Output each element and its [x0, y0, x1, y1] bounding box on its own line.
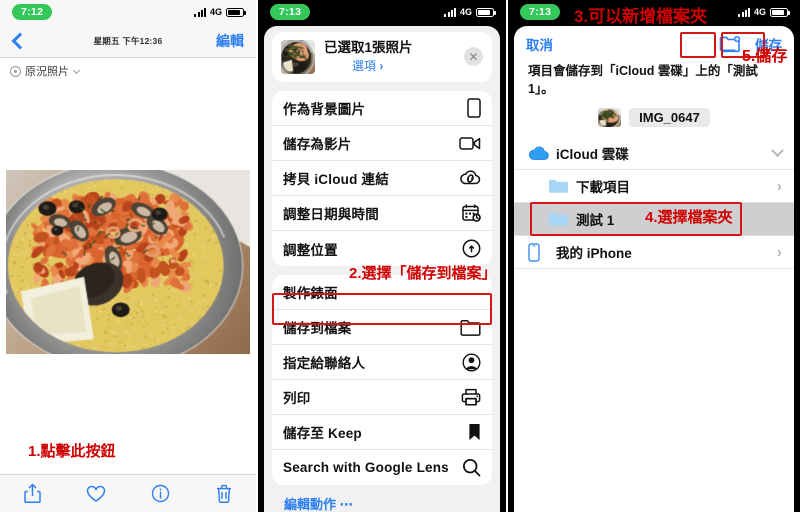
signal-bars-icon: [194, 8, 206, 17]
bookmark-icon: [468, 423, 481, 441]
new-folder-icon[interactable]: [719, 35, 741, 53]
share-action-label: 列印: [283, 387, 310, 407]
share-action-label: 儲存為影片: [283, 133, 352, 153]
chevron-right-icon: ›: [777, 244, 782, 261]
edit-button[interactable]: 編輯: [216, 31, 244, 51]
share-actions-group-1: 作為背景圖片 儲存為影片拷貝 iCloud 連結 調整日期與時間 調整位置: [272, 91, 492, 266]
locations-list: iCloud 雲碟下載項目 › 測試 1 我的 iPhone ›: [514, 137, 794, 269]
chevron-down-icon[interactable]: [771, 144, 784, 157]
selected-photo-thumbnail[interactable]: [281, 40, 315, 74]
share-action-row[interactable]: 儲存到檔案: [272, 310, 492, 345]
location-row[interactable]: 下載項目 ›: [514, 170, 794, 203]
share-sheet-panel: 7:13 4G 已選取1張照片 選項 › ✕ 作為背景圖片 儲存為影片 拷貝 i…: [258, 0, 506, 512]
chevron-right-icon: ›: [379, 59, 383, 73]
annotation-4: 4.選擇檔案夾: [645, 206, 733, 227]
share-action-label: 拷貝 iCloud 連結: [283, 168, 389, 188]
share-icon[interactable]: [15, 481, 49, 507]
screenshot-root: 7:12 4G 星期五 下午12:36 編輯 原況照片 1.點擊此按鈕 7:13…: [0, 0, 800, 512]
annotation-1: 1.點擊此按鈕: [28, 440, 116, 461]
share-action-row[interactable]: 調整位置: [272, 231, 492, 266]
signal-bars-icon: [444, 8, 456, 17]
status-time: 7:13: [520, 4, 560, 20]
trash-icon[interactable]: [207, 481, 241, 507]
live-photo-label: 原況照片: [25, 63, 69, 79]
file-name-label: IMG_0647: [629, 108, 710, 127]
share-action-row[interactable]: 拷貝 iCloud 連結: [272, 161, 492, 196]
calendar-clock-icon: [462, 204, 481, 222]
annotation-2: 2.選擇「儲存到檔案」: [349, 262, 497, 283]
network-label: 4G: [460, 7, 472, 17]
live-photo-badge[interactable]: 原況照片: [0, 58, 256, 84]
phone-icon: [467, 98, 481, 118]
share-action-row[interactable]: 儲存至 Keep: [272, 415, 492, 450]
status-bar-left: 7:12 4G: [0, 0, 256, 24]
battery-icon: [476, 8, 494, 17]
share-sheet-header: 已選取1張照片 選項 › ✕: [272, 32, 492, 82]
files-save-panel: 7:13 4G 取消 儲存 項目會儲存到「iCloud 雲碟」上的「測試1」。 …: [508, 0, 800, 512]
battery-icon: [226, 8, 244, 17]
share-action-label: Search with Google Lens: [283, 460, 449, 475]
chevron-down-icon: [73, 66, 80, 73]
photos-nav-bar: 星期五 下午12:36 編輯: [0, 24, 256, 58]
status-bar-mid: 7:13 4G: [258, 0, 506, 24]
file-chip: IMG_0647: [514, 108, 794, 127]
back-chevron-icon[interactable]: [12, 32, 29, 49]
cloud-link-icon: [460, 170, 481, 186]
printer-icon: [461, 388, 481, 406]
share-action-row[interactable]: 作為背景圖片: [272, 91, 492, 126]
location-label: 測試 1: [576, 209, 614, 229]
heart-icon[interactable]: [79, 481, 113, 507]
signal-bars-icon: [738, 8, 750, 17]
location-label: 我的 iPhone: [556, 242, 632, 262]
share-action-label: 製作錶面: [283, 282, 338, 302]
share-action-label: 調整位置: [283, 239, 338, 259]
video-camera-icon: [459, 136, 481, 151]
network-label: 4G: [754, 7, 766, 17]
live-photo-icon: [10, 66, 21, 77]
cancel-button[interactable]: 取消: [526, 34, 553, 54]
share-action-label: 指定給聯絡人: [283, 352, 365, 372]
options-label: 選項: [352, 59, 376, 73]
search-icon: [462, 458, 481, 477]
share-action-label: 儲存到檔案: [283, 317, 352, 337]
options-link[interactable]: 選項 ›: [352, 57, 413, 74]
share-action-label: 儲存至 Keep: [283, 422, 362, 442]
share-action-row[interactable]: 儲存為影片: [272, 126, 492, 161]
icloud-icon: [528, 146, 552, 161]
share-action-label: 作為背景圖片: [283, 98, 365, 118]
location-row[interactable]: 我的 iPhone ›: [514, 236, 794, 269]
location-row[interactable]: iCloud 雲碟: [514, 137, 794, 170]
files-save-sheet: 取消 儲存 項目會儲存到「iCloud 雲碟」上的「測試1」。 IMG_0647…: [514, 26, 794, 512]
location-label: 下載項目: [576, 176, 630, 196]
location-pin-icon: [462, 239, 481, 258]
photo-paella[interactable]: [6, 170, 250, 354]
share-action-row[interactable]: 指定給聯絡人: [272, 345, 492, 380]
folder-icon: [460, 319, 481, 336]
iphone-icon: [528, 243, 552, 262]
contact-icon: [462, 353, 481, 372]
close-icon[interactable]: ✕: [464, 47, 483, 66]
share-actions-group-2: 製作錶面儲存到檔案指定給聯絡人 列印儲存至 Keep Search with Goo…: [272, 275, 492, 485]
network-label: 4G: [210, 7, 222, 17]
edit-actions-button[interactable]: 編輯動作 ⋯: [284, 494, 500, 512]
info-circle-icon[interactable]: [143, 481, 177, 507]
share-action-label: 調整日期與時間: [283, 203, 379, 223]
location-label: iCloud 雲碟: [556, 143, 629, 163]
folder-blue-icon: [548, 178, 572, 194]
folder-blue-icon: [548, 211, 572, 227]
share-action-row[interactable]: 列印: [272, 380, 492, 415]
status-time: 7:12: [12, 4, 52, 20]
photos-app-panel: 7:12 4G 星期五 下午12:36 編輯 原況照片 1.點擊此按鈕: [0, 0, 256, 512]
share-action-row[interactable]: Search with Google Lens: [272, 450, 492, 485]
share-action-row[interactable]: 調整日期與時間: [272, 196, 492, 231]
battery-icon: [770, 8, 788, 17]
status-time: 7:13: [270, 4, 310, 20]
chevron-right-icon: ›: [777, 178, 782, 195]
file-thumbnail: [598, 108, 621, 127]
annotation-5: 5.儲存: [742, 42, 787, 66]
selection-title: 已選取1張照片: [324, 40, 413, 56]
annotation-3: 3.可以新增檔案夾: [574, 2, 707, 27]
photos-bottom-toolbar: [0, 474, 256, 512]
